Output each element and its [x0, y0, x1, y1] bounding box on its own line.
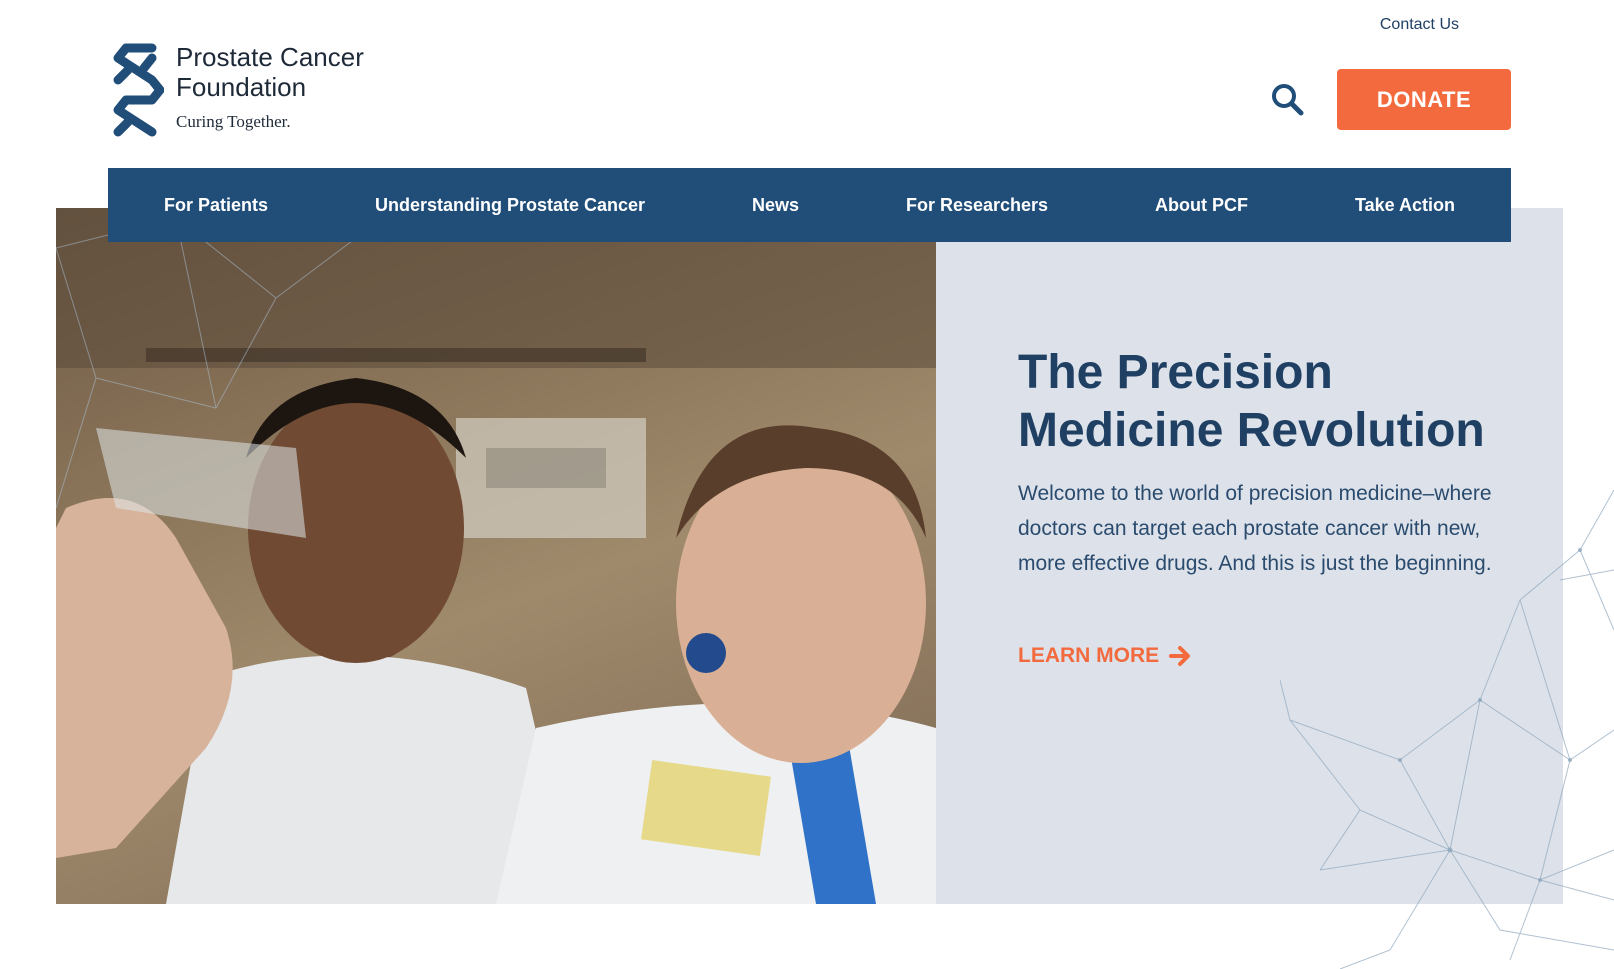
- hero-section: The Precision Medicine Revolution Welcom…: [56, 208, 1563, 904]
- logo-tagline: Curing Together.: [176, 112, 291, 131]
- hero-title: The Precision Medicine Revolution: [1018, 344, 1518, 460]
- donate-button[interactable]: DONATE: [1337, 69, 1511, 130]
- contact-us-link[interactable]: Contact Us: [1380, 16, 1459, 34]
- hero-description: Welcome to the world of precision medici…: [1018, 482, 1492, 575]
- hero-photo: [56, 208, 936, 904]
- pcf-logo[interactable]: Prostate Cancer Foundation Curing Togeth…: [108, 38, 364, 142]
- arrow-right-icon: [1169, 646, 1191, 666]
- search-icon[interactable]: [1270, 82, 1304, 116]
- hero-content: The Precision Medicine Revolution Welcom…: [1018, 344, 1518, 668]
- hero-title-line1: The Precision: [1018, 346, 1333, 399]
- main-nav: For Patients Understanding Prostate Canc…: [108, 168, 1511, 242]
- nav-item-understanding-prostate-cancer[interactable]: Understanding Prostate Cancer: [375, 195, 645, 216]
- learn-more-label: LEARN MORE: [1018, 644, 1160, 667]
- nav-item-for-patients[interactable]: For Patients: [164, 195, 268, 216]
- learn-more-link[interactable]: LEARN MORE: [1018, 644, 1191, 668]
- nav-item-take-action[interactable]: Take Action: [1355, 195, 1455, 216]
- logo-name-line1: Prostate Cancer: [176, 42, 364, 72]
- nav-item-news[interactable]: News: [752, 195, 799, 216]
- researchers-photo-illustration: [56, 208, 936, 904]
- hero-title-line2: Medicine Revolution: [1018, 404, 1485, 457]
- logo-name-line2: Foundation: [176, 72, 307, 102]
- nav-item-about-pcf[interactable]: About PCF: [1155, 195, 1248, 216]
- nav-item-for-researchers[interactable]: For Researchers: [906, 195, 1048, 216]
- logo-text: Prostate Cancer Foundation Curing Togeth…: [176, 38, 364, 132]
- helix-logo-icon: [113, 43, 164, 137]
